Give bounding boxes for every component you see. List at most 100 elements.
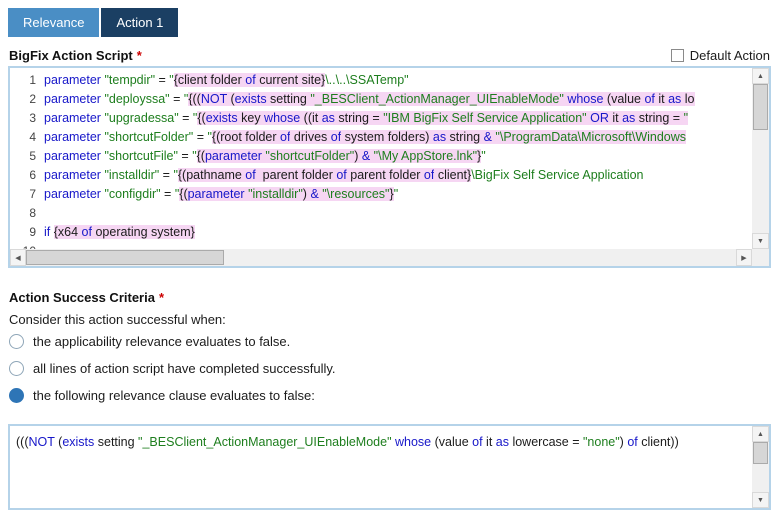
scrollbar-corner [752,249,769,266]
code-segment: "configdir" [104,187,160,201]
code-segment: of [472,435,482,449]
code-segment: "\ProgramData\Microsoft\Windows [495,130,686,144]
code-segment: parameter [44,168,104,182]
radio-button[interactable] [9,361,24,376]
relevance-clause-text[interactable]: (((NOT (exists setting "_BESClient_Actio… [10,426,752,508]
relevance-vscroll-thumb[interactable] [753,442,768,464]
code-segment: exists [62,435,94,449]
code-segment: of [245,168,255,182]
code-segment: {(pathname [178,168,245,182]
arrow-left-icon: ◀ [15,254,20,262]
code-segment: "shortcutFile" [104,149,177,163]
code-segment: string = [335,111,383,125]
code-segment: {client folder [174,73,246,87]
code-line: 10 [14,242,752,249]
scroll-right-button[interactable]: ▶ [736,249,752,266]
code-segment: & [362,149,370,163]
arrow-up-icon: ▲ [757,73,764,80]
arrow-up-icon: ▲ [757,431,764,438]
code-segment: {x64 [54,225,82,239]
code-segment: as [433,130,446,144]
editor-vertical-scrollbar[interactable]: ▲ ▼ [752,68,769,249]
code-segment: {( [179,187,187,201]
radio-option-applicability-relevance[interactable]: the applicability relevance evaluates to… [9,333,336,350]
tab-relevance[interactable]: Relevance [8,8,99,37]
line-number: 1 [14,71,44,90]
arrow-right-icon: ▶ [741,254,746,262]
success-criteria-intro: Consider this action successful when: [9,312,226,327]
default-action-checkbox[interactable] [671,49,684,62]
radio-option-label: the following relevance clause evaluates… [33,388,315,403]
code-segment: = [155,73,169,87]
action-script-label-text: BigFix Action Script [9,48,133,63]
code-segment: "deployssa" [104,92,169,106]
code-segment: = [193,130,207,144]
action-script-code[interactable]: 1parameter "tempdir" = "{client folder o… [10,68,752,249]
code-segment: it [483,435,496,449]
editor-vscroll-thumb[interactable] [753,84,768,130]
code-line: 6parameter "installdir" = "{(pathname of… [14,166,752,185]
action-script-editor[interactable]: 1parameter "tempdir" = "{client folder o… [8,66,771,268]
code-segment: setting [94,435,138,449]
code-segment: parameter [44,73,104,87]
code-segment: = [179,111,193,125]
code-line: 5parameter "shortcutFile" = "{(parameter… [14,147,752,166]
code-segment: exists [235,92,267,106]
scroll-down-button[interactable]: ▼ [752,233,769,249]
code-segment: whose [567,92,603,106]
code-line: 7parameter "configdir" = "{(parameter "i… [14,185,752,204]
editor-horizontal-scrollbar[interactable]: ◀ ▶ [10,249,752,266]
code-segment: parameter [44,111,104,125]
editor-hscroll-thumb[interactable] [26,250,224,265]
scroll-up-button[interactable]: ▲ [752,68,769,84]
arrow-down-icon: ▼ [757,497,764,504]
code-segment: if [44,225,54,239]
scroll-left-button[interactable]: ◀ [10,249,26,266]
code-line: 3parameter "upgradessa" = "{(exists key … [14,109,752,128]
code-segment: of [424,168,434,182]
code-segment: NOT [201,92,227,106]
code-line: 9if {x64 of operating system} [14,223,752,242]
line-number: 3 [14,109,44,128]
scroll-down-button[interactable]: ▼ [752,492,769,508]
line-number: 9 [14,223,44,242]
code-text: parameter "deployssa" = "{((NOT (exists … [44,90,695,109]
code-segment: "installdir" [248,187,303,201]
code-segment: as [668,92,681,106]
code-segment: system folders) [341,130,433,144]
line-number: 8 [14,204,44,223]
radio-button[interactable] [9,388,24,403]
code-segment: ((it [300,111,322,125]
code-segment: {( [197,149,205,163]
code-segment: = [170,92,184,106]
code-segment: = [161,187,175,201]
relevance-vertical-scrollbar[interactable]: ▲ ▼ [752,426,769,508]
code-segment: {(( [188,92,201,106]
code-segment: "tempdir" [104,73,155,87]
code-segment: setting [267,92,311,106]
code-segment: parameter [44,149,104,163]
radio-option-relevance-clause[interactable]: the following relevance clause evaluates… [9,387,336,404]
code-segment: of [627,435,637,449]
code-segment: "\My AppStore.lnk" [374,149,477,163]
code-segment: "_BESClient_ActionManager_UIEnableMode" [310,92,563,106]
code-segment: \BigFix Self Service Application [471,168,643,182]
code-line: 1parameter "tempdir" = "{client folder o… [14,71,752,90]
code-segment: "shortcutFolder" [265,149,354,163]
radio-option-label: all lines of action script have complete… [33,361,336,376]
code-text: parameter "tempdir" = "{client folder of… [44,71,409,90]
code-text: parameter "configdir" = "{(parameter "in… [44,185,398,204]
scroll-up-button[interactable]: ▲ [752,426,769,442]
code-segment: (value [431,435,472,449]
code-segment: of [280,130,290,144]
code-segment: parameter [188,187,248,201]
code-segment: it [609,111,622,125]
relevance-clause-editor[interactable]: (((NOT (exists setting "_BESClient_Actio… [8,424,771,510]
code-text: parameter "installdir" = "{(pathname of … [44,166,644,185]
code-segment: client} [434,168,471,182]
tab-action-1[interactable]: Action 1 [101,8,178,37]
radio-option-all-lines-completed[interactable]: all lines of action script have complete… [9,360,336,377]
radio-button[interactable] [9,334,24,349]
code-segment: lo [681,92,694,106]
line-number: 2 [14,90,44,109]
